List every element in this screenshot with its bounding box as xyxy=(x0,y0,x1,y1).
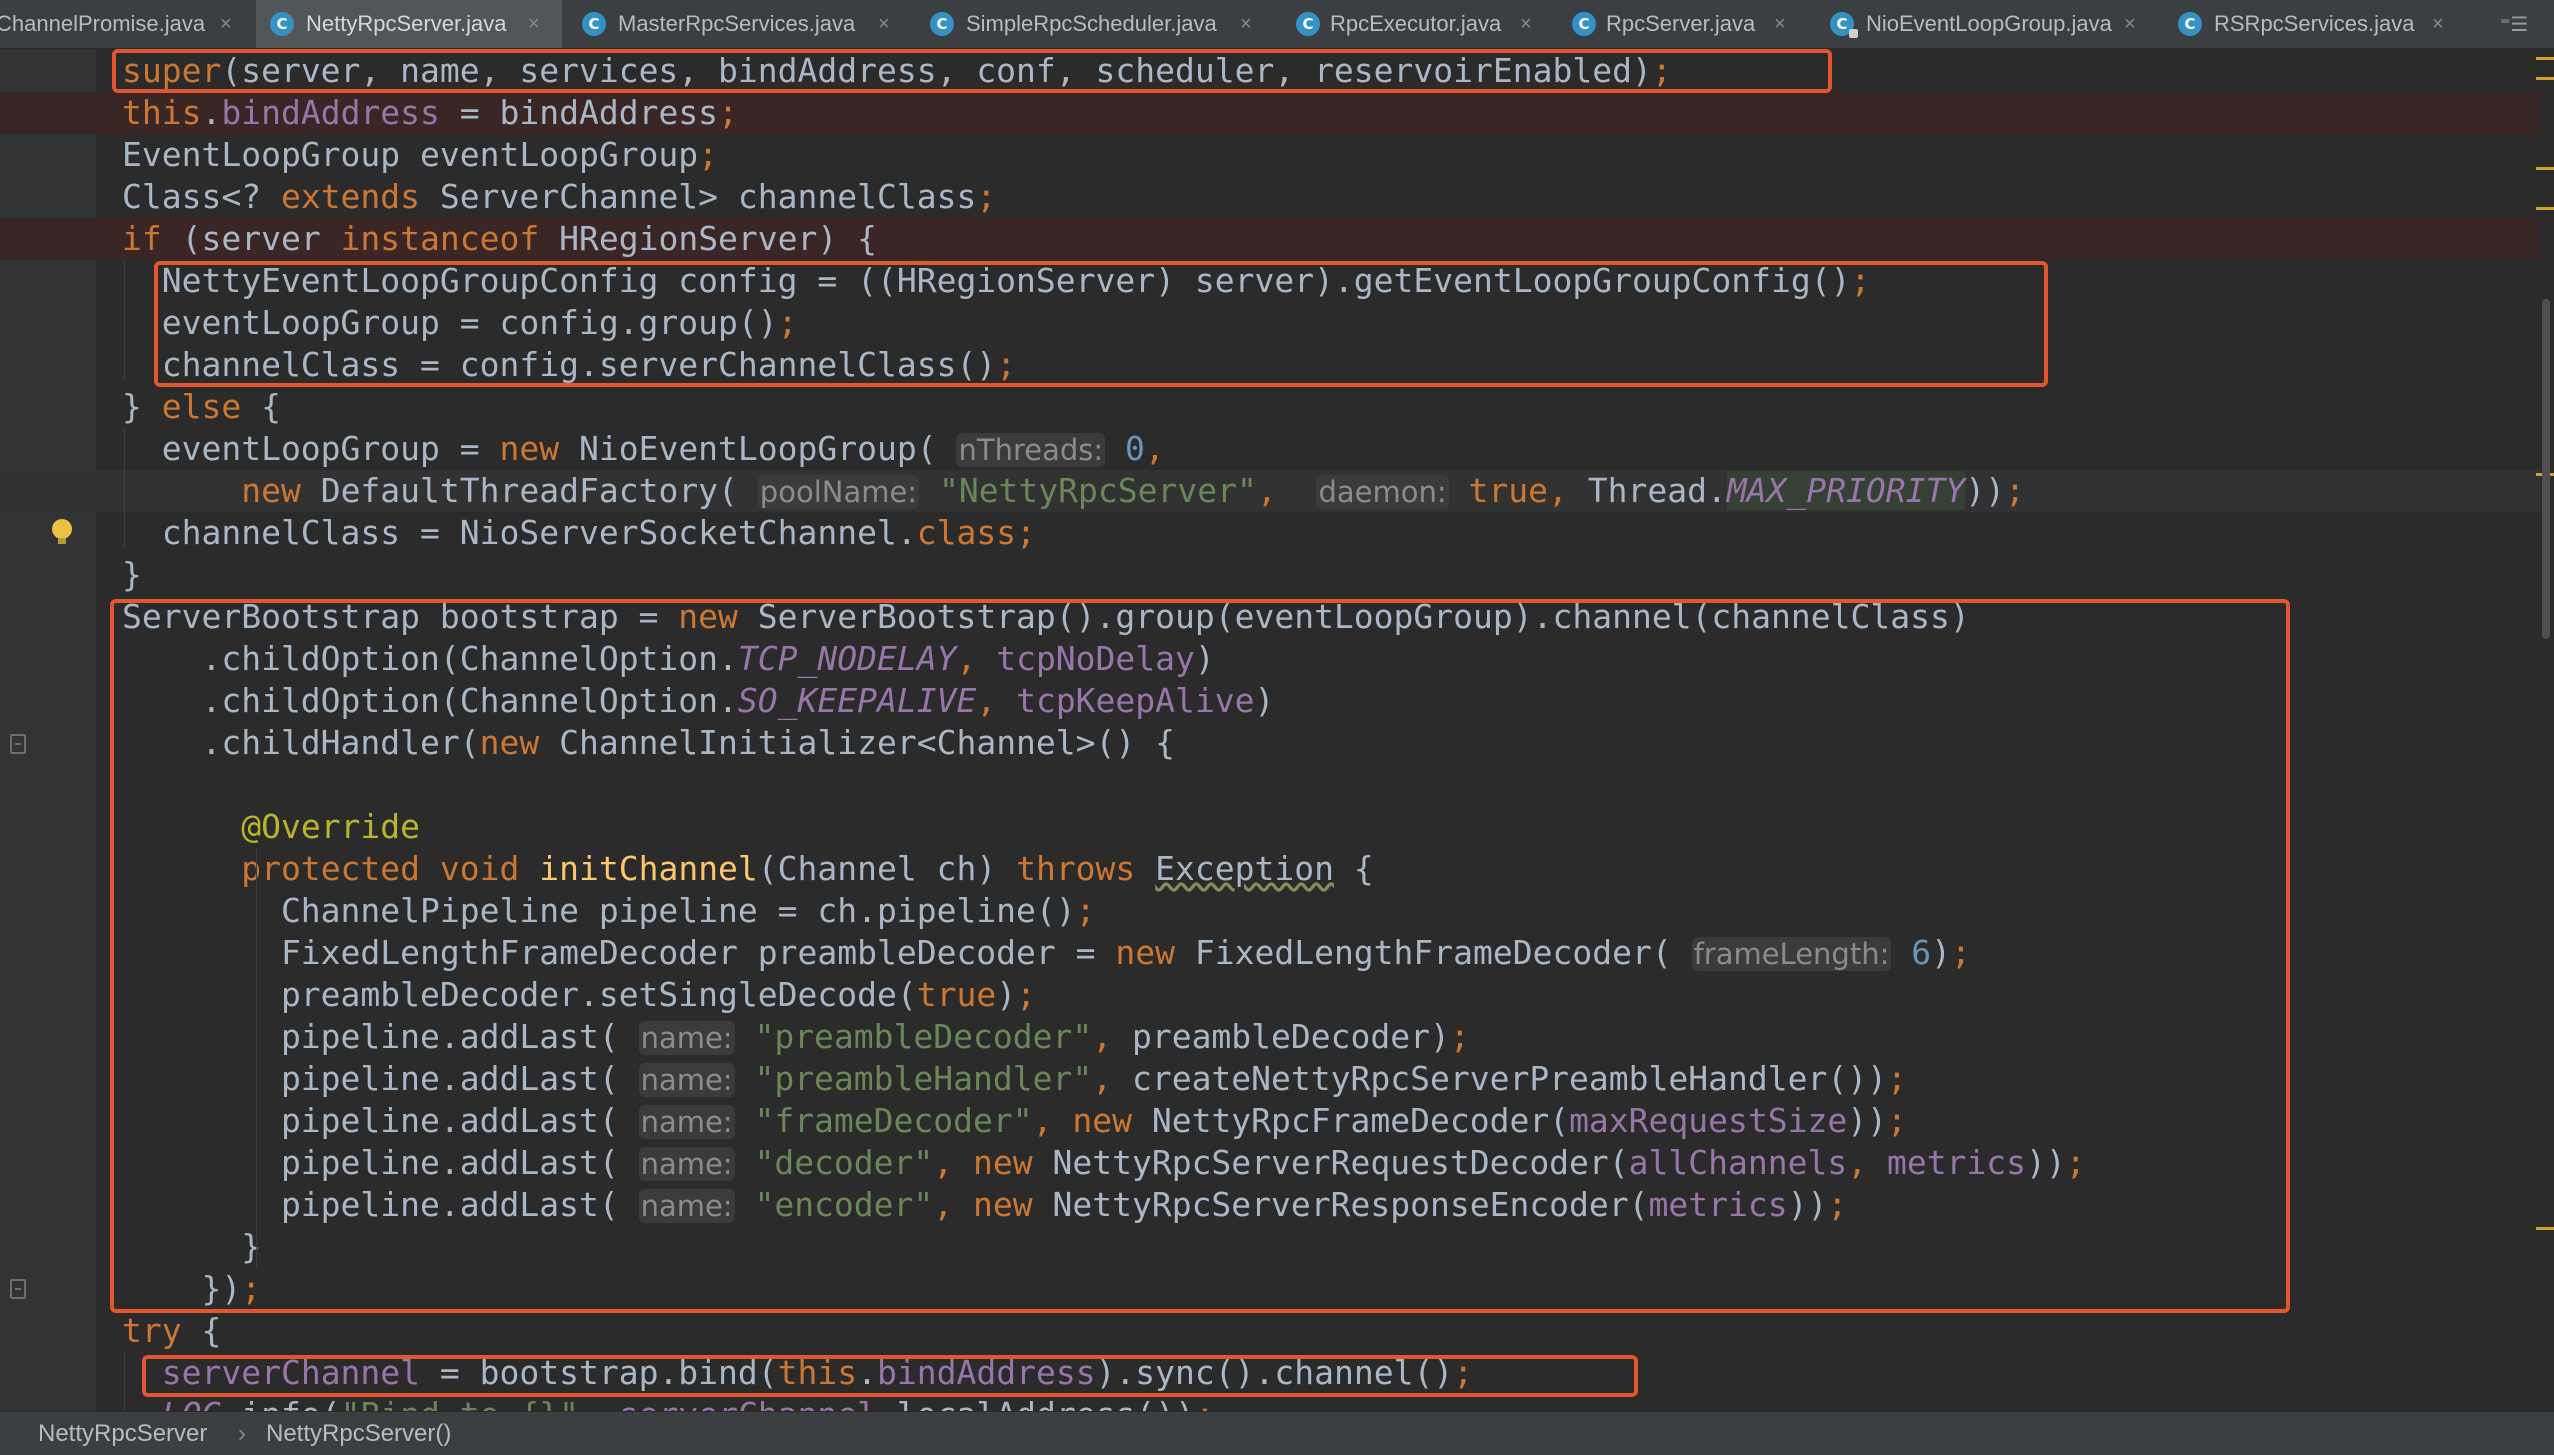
code-line-current: new DefaultThreadFactory( poolName: "Net… xyxy=(0,470,2540,512)
close-icon[interactable]: × xyxy=(220,0,232,48)
marker-stripe[interactable] xyxy=(2536,167,2554,170)
tab-label: SimpleRpcScheduler.java xyxy=(966,11,1217,36)
close-icon[interactable]: × xyxy=(2432,0,2444,48)
indent-guide xyxy=(124,428,125,548)
marker-stripe[interactable] xyxy=(2536,77,2554,80)
fold-icon[interactable] xyxy=(10,734,26,754)
marker-stripe[interactable] xyxy=(2536,207,2554,210)
class-icon: C xyxy=(270,12,294,36)
class-icon: C xyxy=(2178,12,2202,36)
marker-stripe[interactable] xyxy=(2536,1227,2554,1230)
breadcrumb: NettyRpcServer › NettyRpcServer() xyxy=(0,1411,2554,1455)
marker-stripe[interactable] xyxy=(2536,57,2554,60)
tab-label: RpcExecutor.java xyxy=(1330,11,1502,36)
highlight-box-bootstrap-block xyxy=(110,599,2290,1313)
editor-tab-bar: ChannelPromise.java × C NettyRpcServer.j… xyxy=(0,0,2554,49)
tab-label: MasterRpcServices.java xyxy=(618,11,856,36)
close-icon[interactable]: × xyxy=(528,0,540,48)
tab-label: ChannelPromise.java xyxy=(0,11,206,36)
tab-label: NioEventLoopGroup.java xyxy=(1866,11,2112,36)
lightbulb-icon[interactable] xyxy=(52,519,72,544)
fold-icon[interactable] xyxy=(10,1279,26,1299)
code-line: } xyxy=(122,555,142,594)
close-icon[interactable]: × xyxy=(1520,0,1532,48)
code-line: channelClass = NioServerSocketChannel.cl… xyxy=(122,513,1036,552)
tab-channel-promise[interactable]: ChannelPromise.java × xyxy=(0,0,246,48)
tab-label: RSRpcServices.java xyxy=(2214,11,2415,36)
breadcrumb-separator: › xyxy=(238,1420,246,1447)
abstract-class-icon: C xyxy=(1296,12,1320,36)
breadcrumb-method[interactable]: NettyRpcServer() xyxy=(266,1412,451,1455)
highlight-box-bind-call xyxy=(142,1355,1638,1397)
scrollbar-thumb[interactable] xyxy=(2542,299,2550,639)
highlight-box-config-block xyxy=(154,261,2048,387)
tab-list-menu-icon[interactable]: ⁼☰ xyxy=(2500,0,2529,48)
close-icon[interactable]: × xyxy=(2124,0,2136,48)
tab-label: NettyRpcServer.java xyxy=(306,11,507,36)
abstract-class-icon: C xyxy=(1572,12,1596,36)
tab-rs-rpc-services[interactable]: C RSRpcServices.java × xyxy=(2166,0,2468,48)
breadcrumb-class[interactable]: NettyRpcServer xyxy=(38,1412,207,1455)
close-icon[interactable]: × xyxy=(878,0,890,48)
class-icon: C xyxy=(582,12,606,36)
tab-rpc-server[interactable]: C RpcServer.java × xyxy=(1562,0,1808,48)
tab-nio-event-loop-group[interactable]: C NioEventLoopGroup.java × xyxy=(1816,0,2158,48)
tab-rpc-executor[interactable]: C RpcExecutor.java × xyxy=(1286,0,1554,48)
close-icon[interactable]: × xyxy=(1774,0,1786,48)
code-line: eventLoopGroup = new NioEventLoopGroup( … xyxy=(122,429,1165,468)
tab-simple-rpc-scheduler[interactable]: C SimpleRpcScheduler.java × xyxy=(916,0,1278,48)
code-line: EventLoopGroup eventLoopGroup; xyxy=(122,135,719,174)
locked-class-icon: C xyxy=(1830,12,1858,38)
class-icon: C xyxy=(930,12,954,36)
code-line: this.bindAddress = bindAddress; xyxy=(0,92,2540,134)
code-line: try { xyxy=(122,1311,222,1350)
code-editor[interactable]: super(server, name, services, bindAddres… xyxy=(0,49,2554,1411)
tab-master-rpc-services[interactable]: C MasterRpcServices.java × xyxy=(568,0,910,48)
highlight-box-super-call xyxy=(112,49,1832,93)
indent-guide xyxy=(124,1352,125,1411)
tab-netty-rpc-server[interactable]: C NettyRpcServer.java × xyxy=(256,0,562,48)
code-line: } else { xyxy=(122,387,281,426)
code-line: Class<? extends ServerChannel> channelCl… xyxy=(122,177,997,216)
close-icon[interactable]: × xyxy=(1240,0,1252,48)
indent-guide xyxy=(124,260,125,380)
code-line: if (server instanceof HRegionServer) { xyxy=(0,218,2540,260)
tab-label: RpcServer.java xyxy=(1606,11,1756,36)
vertical-scrollbar[interactable] xyxy=(2536,49,2554,1411)
